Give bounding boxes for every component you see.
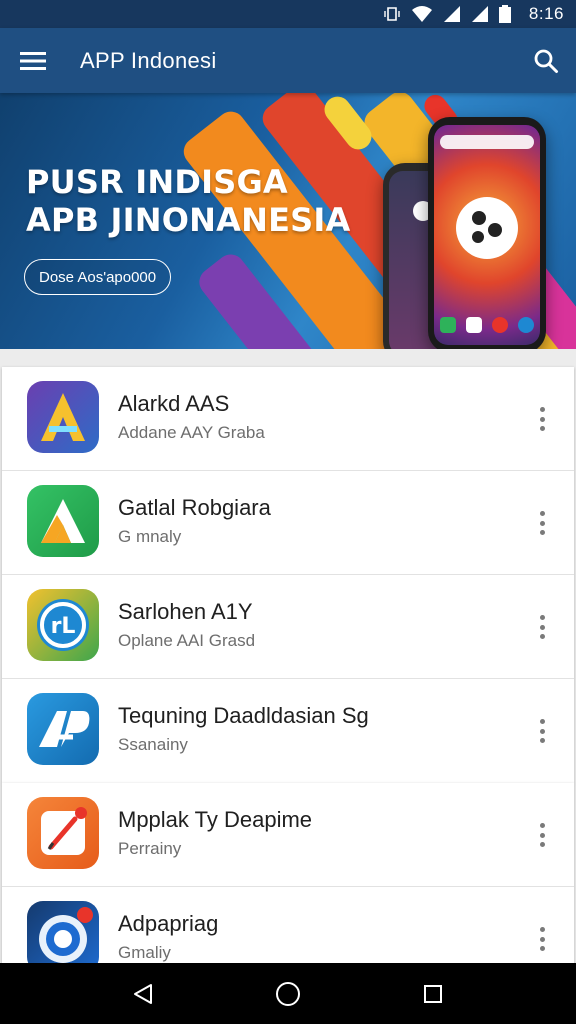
list-item[interactable]: rL Sarlohen A1Y Oplane AAI Grasd bbox=[2, 575, 574, 679]
recents-square-icon[interactable] bbox=[409, 970, 457, 1018]
dock-app-icon bbox=[466, 317, 482, 333]
app-list-card: Alarkd AAS Addane AAY Graba Gatlal Robgi… bbox=[2, 367, 574, 783]
status-bar: 8:16 bbox=[0, 0, 576, 28]
phone-illustration-front bbox=[428, 117, 546, 349]
vibrate-icon bbox=[383, 5, 401, 23]
dots-logo-icon bbox=[456, 197, 518, 259]
more-vert-icon[interactable] bbox=[530, 819, 554, 851]
banner-title-line1: PUSR INDISGA bbox=[26, 163, 288, 201]
system-nav-bar bbox=[0, 963, 576, 1024]
app-title: Tequning Daadldasian Sg bbox=[118, 703, 369, 728]
app-title: Sarlohen A1Y bbox=[118, 599, 253, 624]
list-item[interactable]: Gatlal Robgiara G mnaly bbox=[2, 471, 574, 575]
dock-app-icon bbox=[440, 317, 456, 333]
app-title: Gatlal Robgiara bbox=[118, 495, 271, 520]
dock-app-icon bbox=[492, 317, 508, 333]
app-subtitle: Addane AAY Graba bbox=[118, 423, 265, 442]
app-title: APP Indonesi bbox=[80, 47, 217, 73]
status-time: 8:16 bbox=[528, 4, 564, 23]
rl-circle-app-icon: rL bbox=[27, 589, 99, 661]
more-vert-icon[interactable] bbox=[530, 403, 554, 435]
app-subtitle: Oplane AAI Grasd bbox=[118, 631, 256, 650]
promo-banner[interactable]: PUSR INDISGA APB JINONANESIA Dose Aos'ap… bbox=[0, 93, 576, 349]
abstract-a-app-icon bbox=[27, 381, 99, 453]
signal-icon bbox=[471, 5, 489, 23]
app-list-card: Mpplak Ty Deapime Perrainy Adpapriag Gma… bbox=[2, 783, 574, 991]
banner-title-line2: APB JINONANESIA bbox=[26, 201, 351, 239]
banner-title: PUSR INDISGA APB JINONANESIA bbox=[26, 163, 350, 239]
app-subtitle: Perrainy bbox=[118, 839, 182, 858]
search-icon[interactable] bbox=[516, 28, 576, 93]
home-circle-icon[interactable] bbox=[264, 970, 312, 1018]
wifi-icon bbox=[411, 5, 433, 23]
app-subtitle: Gmaliy bbox=[118, 943, 171, 962]
signal-icon bbox=[443, 5, 461, 23]
app-subtitle: G mnaly bbox=[118, 527, 182, 546]
more-vert-icon[interactable] bbox=[530, 611, 554, 643]
app-bar: APP Indonesi bbox=[0, 28, 576, 93]
list-item[interactable]: Alarkd AAS Addane AAY Graba bbox=[2, 367, 574, 471]
app-subtitle: Ssanainy bbox=[118, 735, 188, 754]
more-vert-icon[interactable] bbox=[530, 715, 554, 747]
battery-icon bbox=[498, 5, 511, 23]
app-title: Mpplak Ty Deapime bbox=[118, 807, 313, 832]
app-title: Adpapriag bbox=[118, 911, 219, 936]
back-triangle-icon[interactable] bbox=[119, 970, 167, 1018]
screen: 8:16 APP Indonesi PUSR INDISGA APB JINON… bbox=[0, 0, 576, 1024]
more-vert-icon[interactable] bbox=[530, 507, 554, 539]
triangle-a-app-icon bbox=[27, 485, 99, 557]
more-vert-icon[interactable] bbox=[530, 923, 554, 955]
hamburger-menu-icon[interactable] bbox=[0, 28, 66, 93]
app-title: Alarkd AAS bbox=[118, 391, 230, 416]
banner-cta-button[interactable]: Dose Aos'apo000 bbox=[24, 259, 172, 295]
list-item[interactable]: Mpplak Ty Deapime Perrainy bbox=[2, 783, 574, 887]
list-item[interactable]: Tequning Daadldasian Sg Ssanainy bbox=[2, 679, 574, 783]
pencil-app-icon bbox=[27, 797, 99, 869]
dock-app-icon bbox=[518, 317, 534, 333]
svg-text:rL: rL bbox=[51, 614, 76, 639]
ap-logo-app-icon bbox=[27, 693, 99, 765]
